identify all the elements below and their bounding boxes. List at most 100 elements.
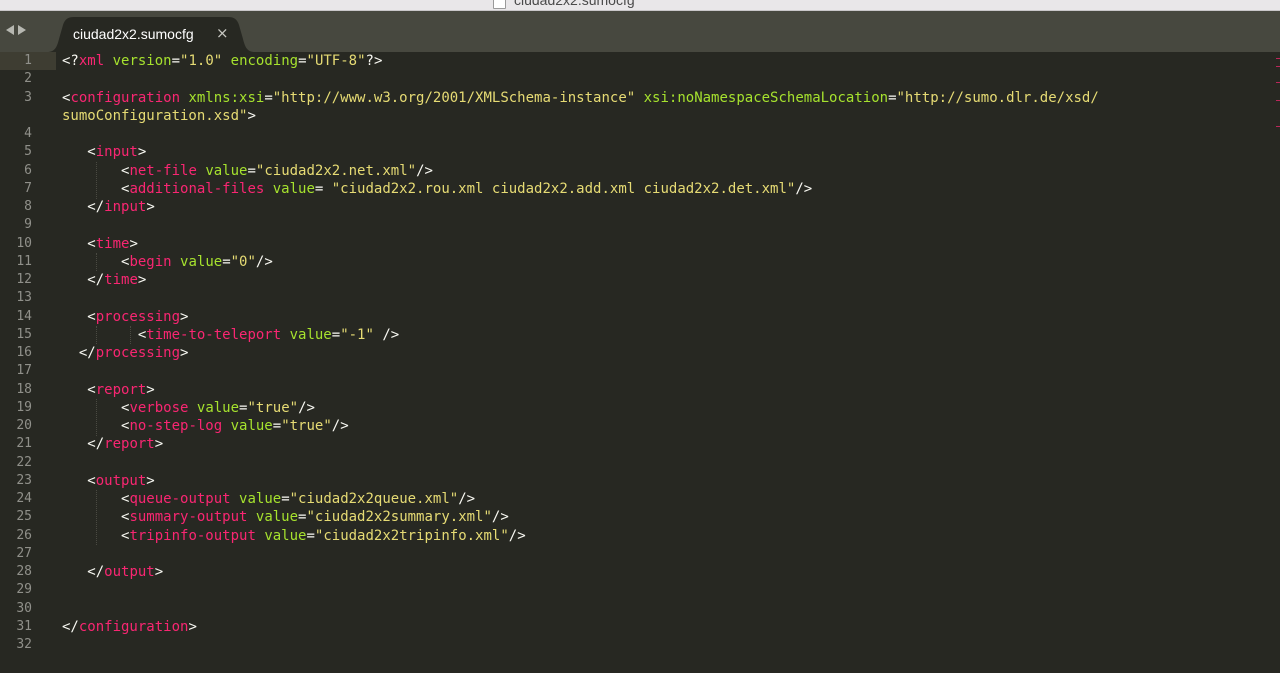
code-token: value [205, 163, 248, 179]
code-token: "1.0" [180, 53, 223, 69]
code-line[interactable]: <begin value="0"/> [62, 253, 273, 271]
code-line[interactable]: </report> [62, 435, 163, 453]
indent-guide [96, 490, 97, 545]
line-number: 18 [16, 382, 32, 397]
line-number: 8 [24, 199, 32, 214]
tab-ciudad2x2-sumocfg[interactable]: ciudad2x2.sumocfg × [47, 17, 255, 52]
code-token: > [154, 564, 164, 580]
code-token: </ [62, 564, 105, 580]
code-line[interactable]: <time-to-teleport value="-1" /> [62, 326, 399, 344]
line-number: 30 [16, 601, 32, 616]
code-token: begin [129, 254, 172, 270]
code-token: output [104, 564, 155, 580]
line-number: 26 [16, 528, 32, 543]
code-token: xsi:noNamespaceSchemaLocation [643, 90, 889, 106]
code-token: /> [373, 327, 400, 343]
code-token: > [188, 619, 197, 635]
line-number: 5 [24, 144, 32, 159]
line-number: 2 [24, 71, 32, 86]
chevron-left-icon[interactable] [6, 25, 14, 35]
tab-bar: ciudad2x2.sumocfg × [0, 11, 1280, 52]
line-number: 9 [24, 217, 32, 232]
code-token: xmlns:xsi [188, 90, 265, 106]
code-token: = [247, 163, 256, 179]
code-token: > [180, 345, 189, 361]
code-token: "true" [247, 400, 299, 416]
code-token: encoding [230, 53, 299, 69]
code-token: = [264, 90, 273, 106]
code-token: "-1" [340, 327, 374, 343]
code-line[interactable]: <tripinfo-output value="ciudad2x2tripinf… [62, 527, 526, 545]
code-token: value [289, 327, 332, 343]
code-line[interactable]: </configuration> [62, 618, 197, 636]
code-token: < [62, 236, 96, 252]
code-line[interactable]: <time> [62, 235, 138, 253]
code-line[interactable]: sumoConfiguration.xsd"> [62, 107, 256, 125]
code-line[interactable]: <output> [62, 472, 154, 490]
code-line[interactable]: </processing> [62, 344, 189, 362]
code-token: = [314, 181, 332, 197]
code-line[interactable]: <configuration xmlns:xsi="http://www.w3.… [62, 89, 1099, 107]
code-token: < [62, 309, 96, 325]
code-token: "ciudad2x2.net.xml" [255, 163, 417, 179]
editor-window: ciudad2x2.sumocfg ciudad2x2.sumocfg × 12… [0, 0, 1280, 673]
code-line[interactable]: <summary-output value="ciudad2x2summary.… [62, 508, 509, 526]
line-number: 27 [16, 546, 32, 561]
close-icon[interactable]: × [216, 24, 229, 42]
code-token: = [171, 53, 181, 69]
code-line[interactable]: <queue-output value="ciudad2x2queue.xml"… [62, 490, 475, 508]
code-line[interactable]: </output> [62, 563, 163, 581]
code-token: queue-output [129, 491, 231, 507]
code-token: /> [491, 509, 509, 525]
code-token: > [137, 272, 147, 288]
code-token: value [196, 400, 240, 416]
code-token: < [62, 382, 96, 398]
code-token: > [247, 108, 256, 124]
code-token: = [222, 254, 231, 270]
code-token: "ciudad2x2summary.xml" [306, 509, 492, 525]
line-number: 25 [16, 509, 32, 524]
code-line[interactable]: <input> [62, 143, 146, 161]
code-token: value [180, 254, 223, 270]
code-token: </ [62, 199, 105, 215]
code-line[interactable]: <verbose value="true"/> [62, 399, 315, 417]
code-line[interactable]: <?xml version="1.0" encoding="UTF-8"?> [62, 52, 382, 70]
code-token: < [62, 144, 96, 160]
code-token: = [331, 327, 341, 343]
document-icon [493, 0, 506, 9]
line-number: 32 [16, 637, 32, 652]
code-line[interactable]: <no-step-log value="true"/> [62, 417, 349, 435]
code-token: /> [795, 181, 813, 197]
code-line[interactable]: <additional-files value= "ciudad2x2.rou.… [62, 180, 812, 198]
code-token: value [264, 528, 307, 544]
code-line[interactable]: </time> [62, 271, 146, 289]
code-token: = [272, 418, 282, 434]
tab-label: ciudad2x2.sumocfg [73, 26, 194, 42]
chevron-right-icon[interactable] [18, 25, 26, 35]
code-line[interactable]: <processing> [62, 308, 188, 326]
code-line[interactable]: </input> [62, 198, 154, 216]
line-number: 23 [16, 473, 32, 488]
code-token: output [95, 473, 147, 489]
code-token: time [95, 236, 130, 252]
code-token: "http://sumo.dlr.de/xsd/ [896, 90, 1099, 106]
code-token: /> [416, 163, 433, 179]
code-token: processing [95, 345, 181, 361]
indent-guide [96, 253, 97, 271]
code-editor[interactable]: 1 2 3 4 5 6 7 8 9 10 11 12 13 14 15 16 17 18 19 20 21 22 23 24 2… [0, 52, 1280, 673]
code-token: value [272, 181, 315, 197]
indent-guide [96, 326, 97, 344]
code-token: = [888, 90, 897, 106]
code-token: configuration [70, 90, 181, 106]
code-line[interactable]: <net-file value="ciudad2x2.net.xml"/> [62, 162, 433, 180]
code-token: value [255, 509, 299, 525]
tab-navigation [6, 25, 26, 35]
code-token: > [154, 436, 164, 452]
code-token: configuration [78, 619, 189, 635]
code-token: report [95, 382, 147, 398]
code-token: "ciudad2x2.rou.xml ciudad2x2.add.xml ciu… [331, 181, 796, 197]
code-line[interactable]: <report> [62, 381, 154, 399]
